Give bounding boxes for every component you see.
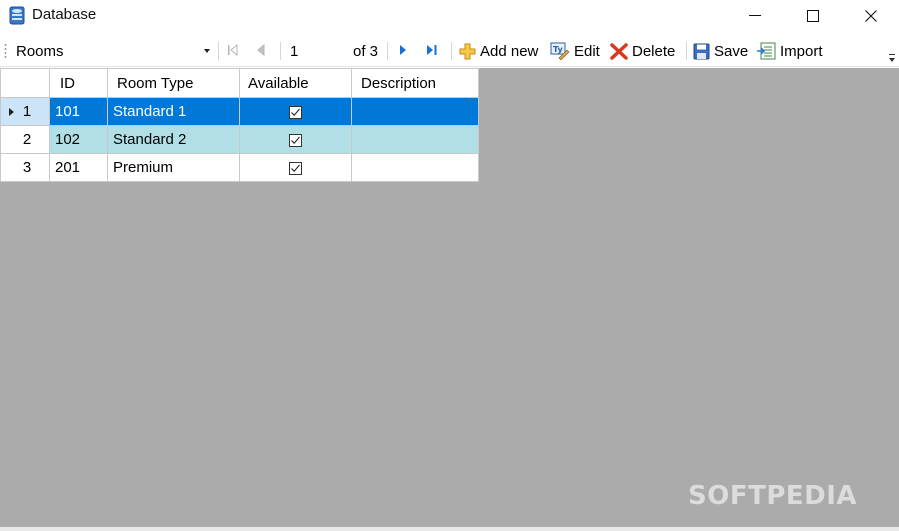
column-header-id[interactable]: ID — [49, 68, 108, 98]
position-input[interactable] — [286, 40, 346, 62]
move-last-icon[interactable] — [425, 43, 439, 57]
toolbar-separator — [451, 42, 452, 60]
current-row-arrow-icon — [9, 108, 14, 116]
cell-id[interactable]: 102 — [49, 125, 108, 154]
maximize-button[interactable] — [784, 0, 842, 31]
row-number: 1 — [22, 103, 32, 120]
close-button[interactable] — [842, 0, 899, 31]
move-first-icon[interactable] — [227, 43, 239, 57]
cell-description[interactable] — [351, 125, 479, 154]
row-header[interactable]: 3 — [0, 153, 50, 182]
move-previous-icon[interactable] — [256, 43, 266, 57]
edit-icon: Ty — [550, 42, 570, 60]
toolbar-separator — [686, 42, 687, 60]
column-header-description[interactable]: Description — [351, 68, 479, 98]
cell-room-type[interactable]: Standard 1 — [107, 97, 240, 126]
cell-id[interactable]: 201 — [49, 153, 108, 182]
title-bar: Database — [0, 0, 899, 31]
toolbar-overflow-icon[interactable] — [887, 51, 897, 65]
rooms-data-grid[interactable]: ID Room Type Available Description 1 101… — [0, 68, 479, 182]
available-checkbox[interactable] — [289, 105, 302, 119]
table-selector-value: Rooms — [16, 43, 64, 60]
row-header-corner[interactable] — [0, 68, 50, 98]
softpedia-watermark: SOFTPEDIA — [688, 481, 858, 511]
checkmark-icon — [291, 108, 300, 116]
add-new-label: Add new — [480, 42, 539, 60]
available-checkbox[interactable] — [289, 133, 302, 147]
cell-available[interactable] — [239, 97, 352, 126]
table-row[interactable]: 2 102 Standard 2 — [0, 125, 479, 154]
minimize-button[interactable] — [726, 0, 784, 31]
delete-button[interactable]: Delete — [610, 39, 675, 63]
cell-description[interactable] — [351, 97, 479, 126]
column-header-room-type[interactable]: Room Type — [107, 68, 240, 98]
cell-description[interactable] — [351, 153, 479, 182]
cell-available[interactable] — [239, 125, 352, 154]
table-row[interactable]: 1 101 Standard 1 — [0, 97, 479, 126]
cell-available[interactable] — [239, 153, 352, 182]
import-icon — [757, 42, 776, 60]
toolbar-separator — [387, 42, 388, 60]
svg-text:Ty: Ty — [553, 45, 564, 54]
checkmark-icon — [291, 164, 300, 172]
toolbar-separator — [218, 42, 219, 60]
delete-icon — [610, 42, 628, 60]
toolbar-separator — [280, 42, 281, 60]
minimize-icon — [749, 14, 761, 16]
edit-button[interactable]: Ty Edit — [550, 39, 600, 63]
cell-room-type[interactable]: Standard 2 — [107, 125, 240, 154]
move-next-icon[interactable] — [398, 43, 408, 57]
edit-label: Edit — [574, 42, 600, 60]
window-title: Database — [32, 6, 97, 23]
import-label: Import — [780, 42, 823, 60]
close-icon — [865, 9, 877, 22]
row-number: 3 — [22, 159, 32, 176]
column-header-row: ID Room Type Available Description — [0, 68, 479, 98]
record-count-label: of 3 — [353, 43, 379, 60]
cell-id[interactable]: 101 — [49, 97, 108, 126]
toolbar-grip[interactable] — [4, 43, 7, 59]
row-number: 2 — [22, 131, 32, 148]
checkmark-icon — [291, 136, 300, 144]
chevron-down-icon[interactable] — [204, 49, 210, 53]
window-bottom-edge — [0, 527, 899, 531]
table-row[interactable]: 3 201 Premium — [0, 153, 479, 182]
delete-label: Delete — [632, 42, 676, 60]
save-icon — [693, 43, 710, 59]
save-button[interactable]: Save — [693, 39, 748, 63]
database-icon — [9, 6, 25, 25]
column-header-available[interactable]: Available — [239, 68, 352, 98]
row-header[interactable]: 1 — [0, 97, 50, 126]
available-checkbox[interactable] — [289, 161, 302, 175]
add-icon — [459, 43, 476, 59]
table-selector-combobox[interactable]: Rooms — [10, 40, 214, 62]
import-button[interactable]: Import — [756, 39, 823, 63]
cell-room-type[interactable]: Premium — [107, 153, 240, 182]
maximize-icon — [807, 9, 819, 22]
row-header[interactable]: 2 — [0, 125, 50, 154]
save-label: Save — [714, 42, 749, 60]
add-new-button[interactable]: Add new — [459, 39, 538, 63]
binding-navigator-toolbar: Rooms of 3 Add new Ty Edit — [0, 34, 899, 67]
